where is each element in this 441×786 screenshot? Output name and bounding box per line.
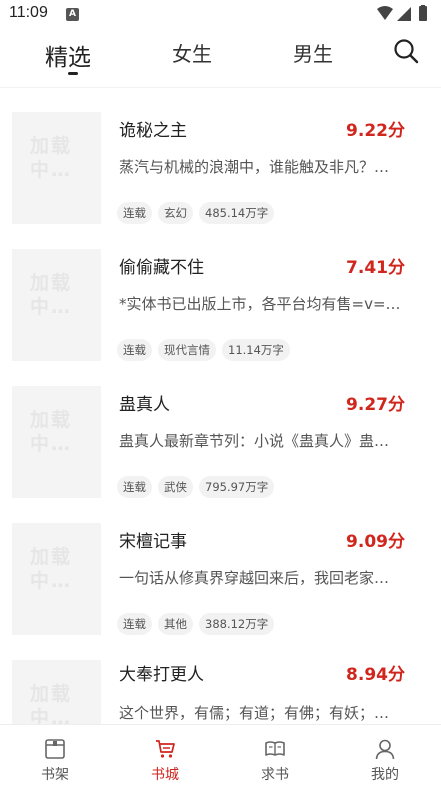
- signal-icon: [397, 7, 411, 21]
- tag-word-count: 485.14万字: [199, 202, 275, 224]
- nav-label: 书架: [41, 767, 69, 783]
- book-list[interactable]: 加载中… 诡秘之主 9.22分 蒸汽与机械的浪潮中，谁能触及非凡？… 连载 玄幻 4…: [0, 88, 441, 724]
- book-tags: 连载 武侠 795.97万字: [117, 476, 280, 498]
- search-icon[interactable]: [393, 38, 419, 64]
- cover-placeholder-text: 加载中…: [30, 272, 73, 318]
- book-score: 9.22分: [346, 121, 405, 141]
- battery-icon: [419, 6, 427, 21]
- tag-word-count: 388.12万字: [199, 613, 275, 635]
- status-time: 11:09: [9, 4, 48, 21]
- book-cover[interactable]: 加载中…: [12, 660, 101, 724]
- tab-featured[interactable]: 精选: [45, 38, 91, 72]
- book-cover[interactable]: 加载中…: [12, 386, 101, 498]
- book-title[interactable]: 诡秘之主: [119, 116, 187, 141]
- tag-genre: 玄幻: [158, 202, 193, 224]
- tag-genre: 武侠: [158, 476, 193, 498]
- tag-status: 连载: [117, 613, 152, 635]
- book-description: *实体书已出版上市，各平台均有售=v=…: [119, 295, 401, 313]
- book-score: 9.27分: [346, 395, 405, 415]
- book-item[interactable]: 加载中… 偷偷藏不住 7.41分 *实体书已出版上市，各平台均有售=v=… 连载…: [0, 249, 441, 386]
- tag-status: 连载: [117, 476, 152, 498]
- cover-placeholder-text: 加载中…: [30, 683, 73, 724]
- book-cover[interactable]: 加载中…: [12, 523, 101, 635]
- book-item[interactable]: 加载中… 诡秘之主 9.22分 蒸汽与机械的浪潮中，谁能触及非凡？… 连载 玄幻 4…: [0, 112, 441, 249]
- cart-icon: [156, 740, 175, 758]
- tag-genre: 现代言情: [158, 339, 216, 361]
- book-score: 7.41分: [346, 258, 405, 278]
- nav-profile[interactable]: 我的: [330, 725, 440, 786]
- bottom-nav: 书架 书城 求书 我的: [0, 724, 441, 786]
- book-title[interactable]: 偷偷藏不住: [119, 253, 204, 278]
- nav-label: 求书: [261, 767, 289, 783]
- nav-label: 书城: [151, 767, 179, 783]
- book-description: 蒸汽与机械的浪潮中，谁能触及非凡？…: [119, 158, 390, 176]
- tag-genre: 其他: [158, 613, 193, 635]
- status-icons: [377, 5, 427, 21]
- tag-word-count: 11.14万字: [222, 339, 290, 361]
- book-tags: 连载 玄幻 485.14万字: [117, 202, 280, 224]
- cover-placeholder-text: 加载中…: [30, 546, 73, 592]
- book-item[interactable]: 加载中… 大奉打更人 8.94分 这个世界，有儒；有道；有佛；有妖；…: [0, 660, 441, 724]
- tab-male[interactable]: 男生: [293, 38, 333, 67]
- book-score: 8.94分: [346, 665, 405, 685]
- nav-bookshelf[interactable]: 书架: [0, 725, 110, 786]
- book-tags: 连载 其他 388.12万字: [117, 613, 280, 635]
- wifi-icon: [377, 6, 393, 20]
- active-tab-indicator: [68, 72, 78, 75]
- category-tabs: 精选 女生 男生: [0, 30, 441, 86]
- nav-bookstore[interactable]: 书城: [110, 725, 220, 786]
- book-item[interactable]: 加载中… 蛊真人 9.27分 蛊真人最新章节列：小说《蛊真人》蛊… 连载 武侠 79…: [0, 386, 441, 523]
- status-bar: 11:09 A: [0, 0, 441, 30]
- bookshelf-icon: [45, 739, 65, 759]
- tab-female[interactable]: 女生: [172, 38, 212, 67]
- book-description: 这个世界，有儒；有道；有佛；有妖；…: [119, 704, 390, 722]
- tag-word-count: 795.97万字: [199, 476, 275, 498]
- nav-request-book[interactable]: 求书: [220, 725, 330, 786]
- cover-placeholder-text: 加载中…: [30, 409, 73, 455]
- book-description: 一句话从修真界穿越回来后，我回老家…: [119, 569, 390, 587]
- book-title[interactable]: 蛊真人: [119, 390, 170, 415]
- person-icon: [375, 739, 395, 760]
- book-description: 蛊真人最新章节列：小说《蛊真人》蛊…: [119, 432, 390, 450]
- tag-status: 连载: [117, 202, 152, 224]
- cover-placeholder-text: 加载中…: [30, 135, 73, 181]
- book-tags: 连载 现代言情 11.14万字: [117, 339, 296, 361]
- book-score: 9.09分: [346, 532, 405, 552]
- book-title[interactable]: 大奉打更人: [119, 660, 204, 685]
- book-cover[interactable]: 加载中…: [12, 249, 101, 361]
- nav-label: 我的: [371, 767, 399, 783]
- book-item[interactable]: 加载中… 宋檀记事 9.09分 一句话从修真界穿越回来后，我回老家… 连载 其他 3…: [0, 523, 441, 660]
- book-title[interactable]: 宋檀记事: [119, 527, 187, 552]
- tag-status: 连载: [117, 339, 152, 361]
- book-cover[interactable]: 加载中…: [12, 112, 101, 224]
- open-book-icon: [265, 741, 285, 756]
- notification-icon: A: [66, 8, 79, 21]
